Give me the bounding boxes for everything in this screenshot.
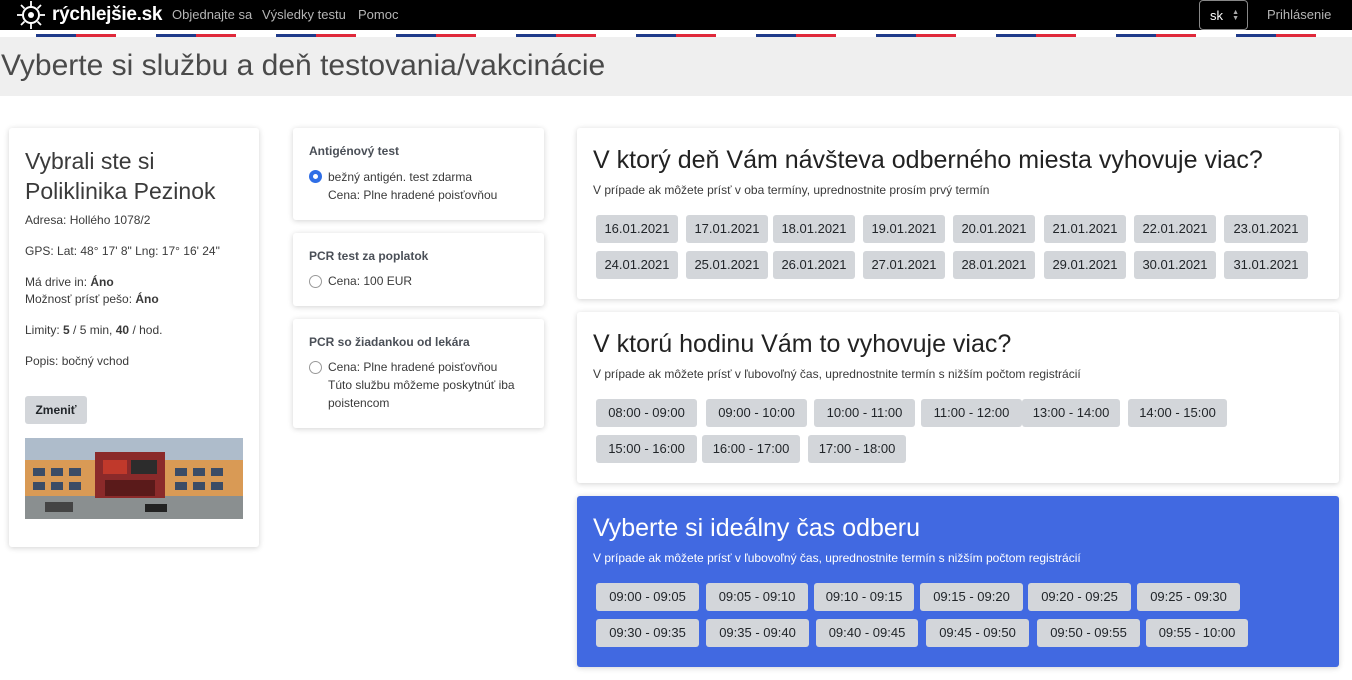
- hour-subtitle: V prípade ak môžete prísť v ľubovoľný ča…: [593, 367, 1081, 381]
- day-chip[interactable]: 25.01.2021: [686, 251, 768, 279]
- day-title: V ktorý deň Vám návšteva odberného miest…: [593, 146, 1263, 174]
- hour-chip[interactable]: 13:00 - 14:00: [1022, 399, 1120, 427]
- time-slot-chip[interactable]: 09:50 - 09:55: [1037, 619, 1140, 647]
- hour-chip[interactable]: 17:00 - 18:00: [808, 435, 906, 463]
- day-chip[interactable]: 28.01.2021: [953, 251, 1035, 279]
- time-slot-chip[interactable]: 09:45 - 09:50: [926, 619, 1029, 647]
- day-chip[interactable]: 29.01.2021: [1044, 251, 1126, 279]
- day-chip[interactable]: 21.01.2021: [1044, 215, 1126, 243]
- service-card-pcr-referral[interactable]: PCR so žiadankou od lekára Cena: Plne hr…: [293, 319, 544, 428]
- day-chip[interactable]: 17.01.2021: [686, 215, 768, 243]
- description-line: Popis: bočný vchod: [25, 354, 130, 368]
- hour-chip[interactable]: 10:00 - 11:00: [814, 399, 915, 427]
- flag-stripe: [876, 30, 956, 37]
- language-value: sk: [1210, 8, 1223, 23]
- time-slot-chip[interactable]: 09:10 - 09:15: [814, 583, 914, 611]
- time-slot-chip[interactable]: 09:00 - 09:05: [596, 583, 699, 611]
- page-title: Vyberte si službu a deň testovania/vakci…: [1, 49, 606, 82]
- day-chip[interactable]: 18.01.2021: [773, 215, 855, 243]
- time-slot-card: Vyberte si ideálny čas odberu V prípade …: [577, 496, 1339, 667]
- hour-chip[interactable]: 16:00 - 17:00: [702, 435, 800, 463]
- place-card: Vybrali ste si Poliklinika Pezinok Adres…: [9, 128, 259, 547]
- day-chip[interactable]: 22.01.2021: [1134, 215, 1216, 243]
- service-title: PCR so žiadankou od lekára: [309, 335, 470, 349]
- drive-in-line: Má drive in: Áno: [25, 275, 114, 289]
- slot-subtitle: V prípade ak môžete prísť v ľubovoľný ča…: [593, 551, 1081, 565]
- nav-link-objednajte[interactable]: Objednajte sa: [172, 7, 252, 22]
- flag-stripe: [996, 30, 1076, 37]
- hour-chip[interactable]: 15:00 - 16:00: [596, 435, 697, 463]
- flag-stripe: [1236, 30, 1316, 37]
- day-chip[interactable]: 19.01.2021: [863, 215, 945, 243]
- gps-line: GPS: Lat: 48° 17' 8" Lng: 17° 16' 24": [25, 244, 220, 258]
- day-subtitle: V prípade ak môžete prísť v oba termíny,…: [593, 183, 990, 197]
- day-selection-card: V ktorý deň Vám návšteva odberného miest…: [577, 128, 1339, 299]
- service-radio[interactable]: [309, 170, 322, 183]
- flag-stripe: [636, 30, 716, 37]
- flag-stripe: [756, 30, 836, 37]
- flag-stripe: [276, 30, 356, 37]
- change-button[interactable]: Zmeniť: [25, 396, 87, 424]
- navbar: rýchlejšie.sk Objednajte sa Výsledky tes…: [0, 0, 1352, 30]
- flag-stripe: [396, 30, 476, 37]
- service-radio[interactable]: [309, 275, 322, 288]
- service-title: Antigénový test: [309, 144, 400, 158]
- service-details: bežný antigén. test zdarma Cena: Plne hr…: [328, 170, 498, 202]
- day-chip[interactable]: 27.01.2021: [863, 251, 945, 279]
- language-select[interactable]: sk ▲ ▼: [1199, 0, 1248, 30]
- day-chip[interactable]: 20.01.2021: [953, 215, 1035, 243]
- service-radio[interactable]: [309, 361, 322, 374]
- select-arrows-icon: ▲ ▼: [1232, 9, 1239, 22]
- service-details: Cena: Plne hradené poisťovňou Túto služb…: [328, 360, 515, 410]
- service-card-antigen[interactable]: Antigénový test bežný antigén. test zdar…: [293, 128, 544, 220]
- slot-title: Vyberte si ideálny čas odberu: [593, 514, 921, 542]
- hour-chip[interactable]: 09:00 - 10:00: [706, 399, 807, 427]
- nav-link-vysledky[interactable]: Výsledky testu: [262, 7, 346, 22]
- flag-stripe: [36, 30, 116, 37]
- clinic-photo: [25, 438, 243, 519]
- brand-name[interactable]: rýchlejšie.sk: [52, 4, 162, 26]
- day-chip[interactable]: 24.01.2021: [596, 251, 678, 279]
- service-title: PCR test za poplatok: [309, 249, 429, 263]
- place-title: Vybrali ste si Poliklinika Pezinok: [25, 148, 216, 204]
- time-slot-chip[interactable]: 09:20 - 09:25: [1028, 583, 1131, 611]
- flag-stripe: [516, 30, 596, 37]
- limits-line: Limity: 5 / 5 min, 40 / hod.: [25, 323, 163, 337]
- brand-logo[interactable]: rýchlejšie.sk: [16, 0, 162, 30]
- address-line: Adresa: Hollého 1078/2: [25, 213, 151, 227]
- service-details: Cena: 100 EUR: [328, 274, 413, 288]
- time-slot-chip[interactable]: 09:35 - 09:40: [706, 619, 809, 647]
- login-link[interactable]: Prihlásenie: [1267, 7, 1331, 22]
- time-slot-chip[interactable]: 09:15 - 09:20: [920, 583, 1023, 611]
- nav-link-pomoc[interactable]: Pomoc: [358, 7, 398, 22]
- flag-stripe: [156, 30, 236, 37]
- hour-chip[interactable]: 11:00 - 12:00: [921, 399, 1022, 427]
- service-card-pcr-paid[interactable]: PCR test za poplatok Cena: 100 EUR: [293, 233, 544, 306]
- hour-selection-card: V ktorú hodinu Vám to vyhovuje viac? V p…: [577, 312, 1339, 483]
- virus-icon: [17, 1, 45, 29]
- day-chip[interactable]: 26.01.2021: [773, 251, 855, 279]
- time-slot-chip[interactable]: 09:05 - 09:10: [706, 583, 808, 611]
- walk-in-line: Možnosť prísť pešo: Áno: [25, 292, 159, 306]
- hour-title: V ktorú hodinu Vám to vyhovuje viac?: [593, 330, 1012, 358]
- page-header: Vyberte si službu a deň testovania/vakci…: [0, 37, 1352, 96]
- day-chip[interactable]: 23.01.2021: [1224, 215, 1308, 243]
- time-slot-chip[interactable]: 09:25 - 09:30: [1137, 583, 1240, 611]
- day-chip[interactable]: 30.01.2021: [1134, 251, 1216, 279]
- hour-chip[interactable]: 08:00 - 09:00: [596, 399, 697, 427]
- day-chip[interactable]: 16.01.2021: [596, 215, 678, 243]
- day-chip[interactable]: 31.01.2021: [1224, 251, 1308, 279]
- time-slot-chip[interactable]: 09:40 - 09:45: [816, 619, 918, 647]
- flag-strip: [0, 30, 1352, 37]
- time-slot-chip[interactable]: 09:55 - 10:00: [1146, 619, 1248, 647]
- time-slot-chip[interactable]: 09:30 - 09:35: [596, 619, 699, 647]
- hour-chip[interactable]: 14:00 - 15:00: [1128, 399, 1227, 427]
- flag-stripe: [1116, 30, 1196, 37]
